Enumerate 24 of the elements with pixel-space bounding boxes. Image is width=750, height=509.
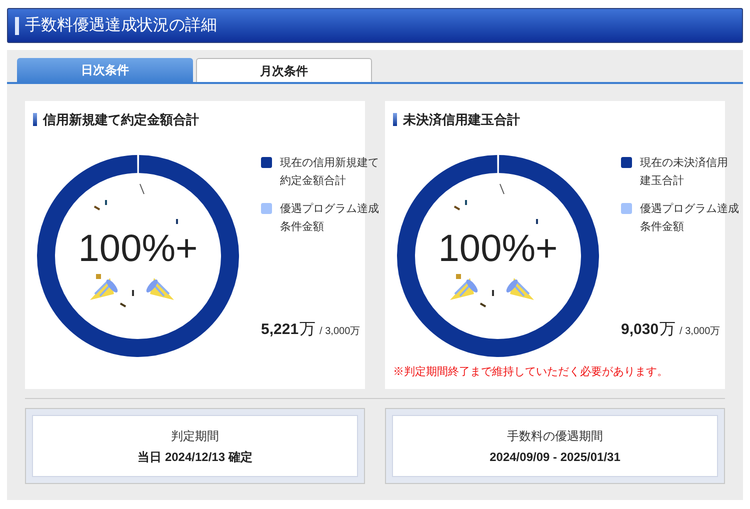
tab[interactable]: 月次条件 bbox=[196, 58, 372, 82]
target-amount: / 3,000万 bbox=[680, 324, 720, 338]
warning-note: ※判定期間終了まで維持していただく必要があります。 bbox=[393, 364, 669, 380]
amount-value: 5,221 bbox=[261, 320, 299, 340]
period-value: 当日 2024/12/13 確定 bbox=[138, 448, 252, 466]
title-marker-icon bbox=[393, 113, 397, 126]
percent-label: 100%+ bbox=[78, 230, 198, 268]
panel-title: 信用新規建て約定金額合計 bbox=[43, 111, 199, 129]
legend-label: 現在の信用新規建て 約定金額合計 bbox=[280, 156, 379, 188]
header-marker-icon bbox=[15, 16, 19, 34]
page-title: 手数料優遇達成状況の詳細 bbox=[25, 16, 217, 36]
legend-label: 優遇プログラム達成 条件金額 bbox=[280, 202, 379, 234]
legend-label: 優遇プログラム達成 条件金額 bbox=[640, 202, 739, 234]
period-value: 2024/09/09 - 2025/01/31 bbox=[490, 448, 620, 466]
title-marker-icon bbox=[33, 113, 37, 126]
period-label: 手数料の優遇期間 bbox=[507, 428, 603, 444]
panel-title: 未決済信用建玉合計 bbox=[403, 111, 520, 129]
percent-label: 100%+ bbox=[438, 230, 558, 268]
amount-unit: 万 bbox=[660, 320, 676, 340]
target-amount: / 3,000万 bbox=[320, 324, 360, 338]
amount-value: 9,030 bbox=[621, 320, 659, 340]
period-label: 判定期間 bbox=[171, 428, 219, 444]
amount-unit: 万 bbox=[300, 320, 316, 340]
legend-label: 現在の未決済信用 建玉合計 bbox=[640, 156, 728, 188]
